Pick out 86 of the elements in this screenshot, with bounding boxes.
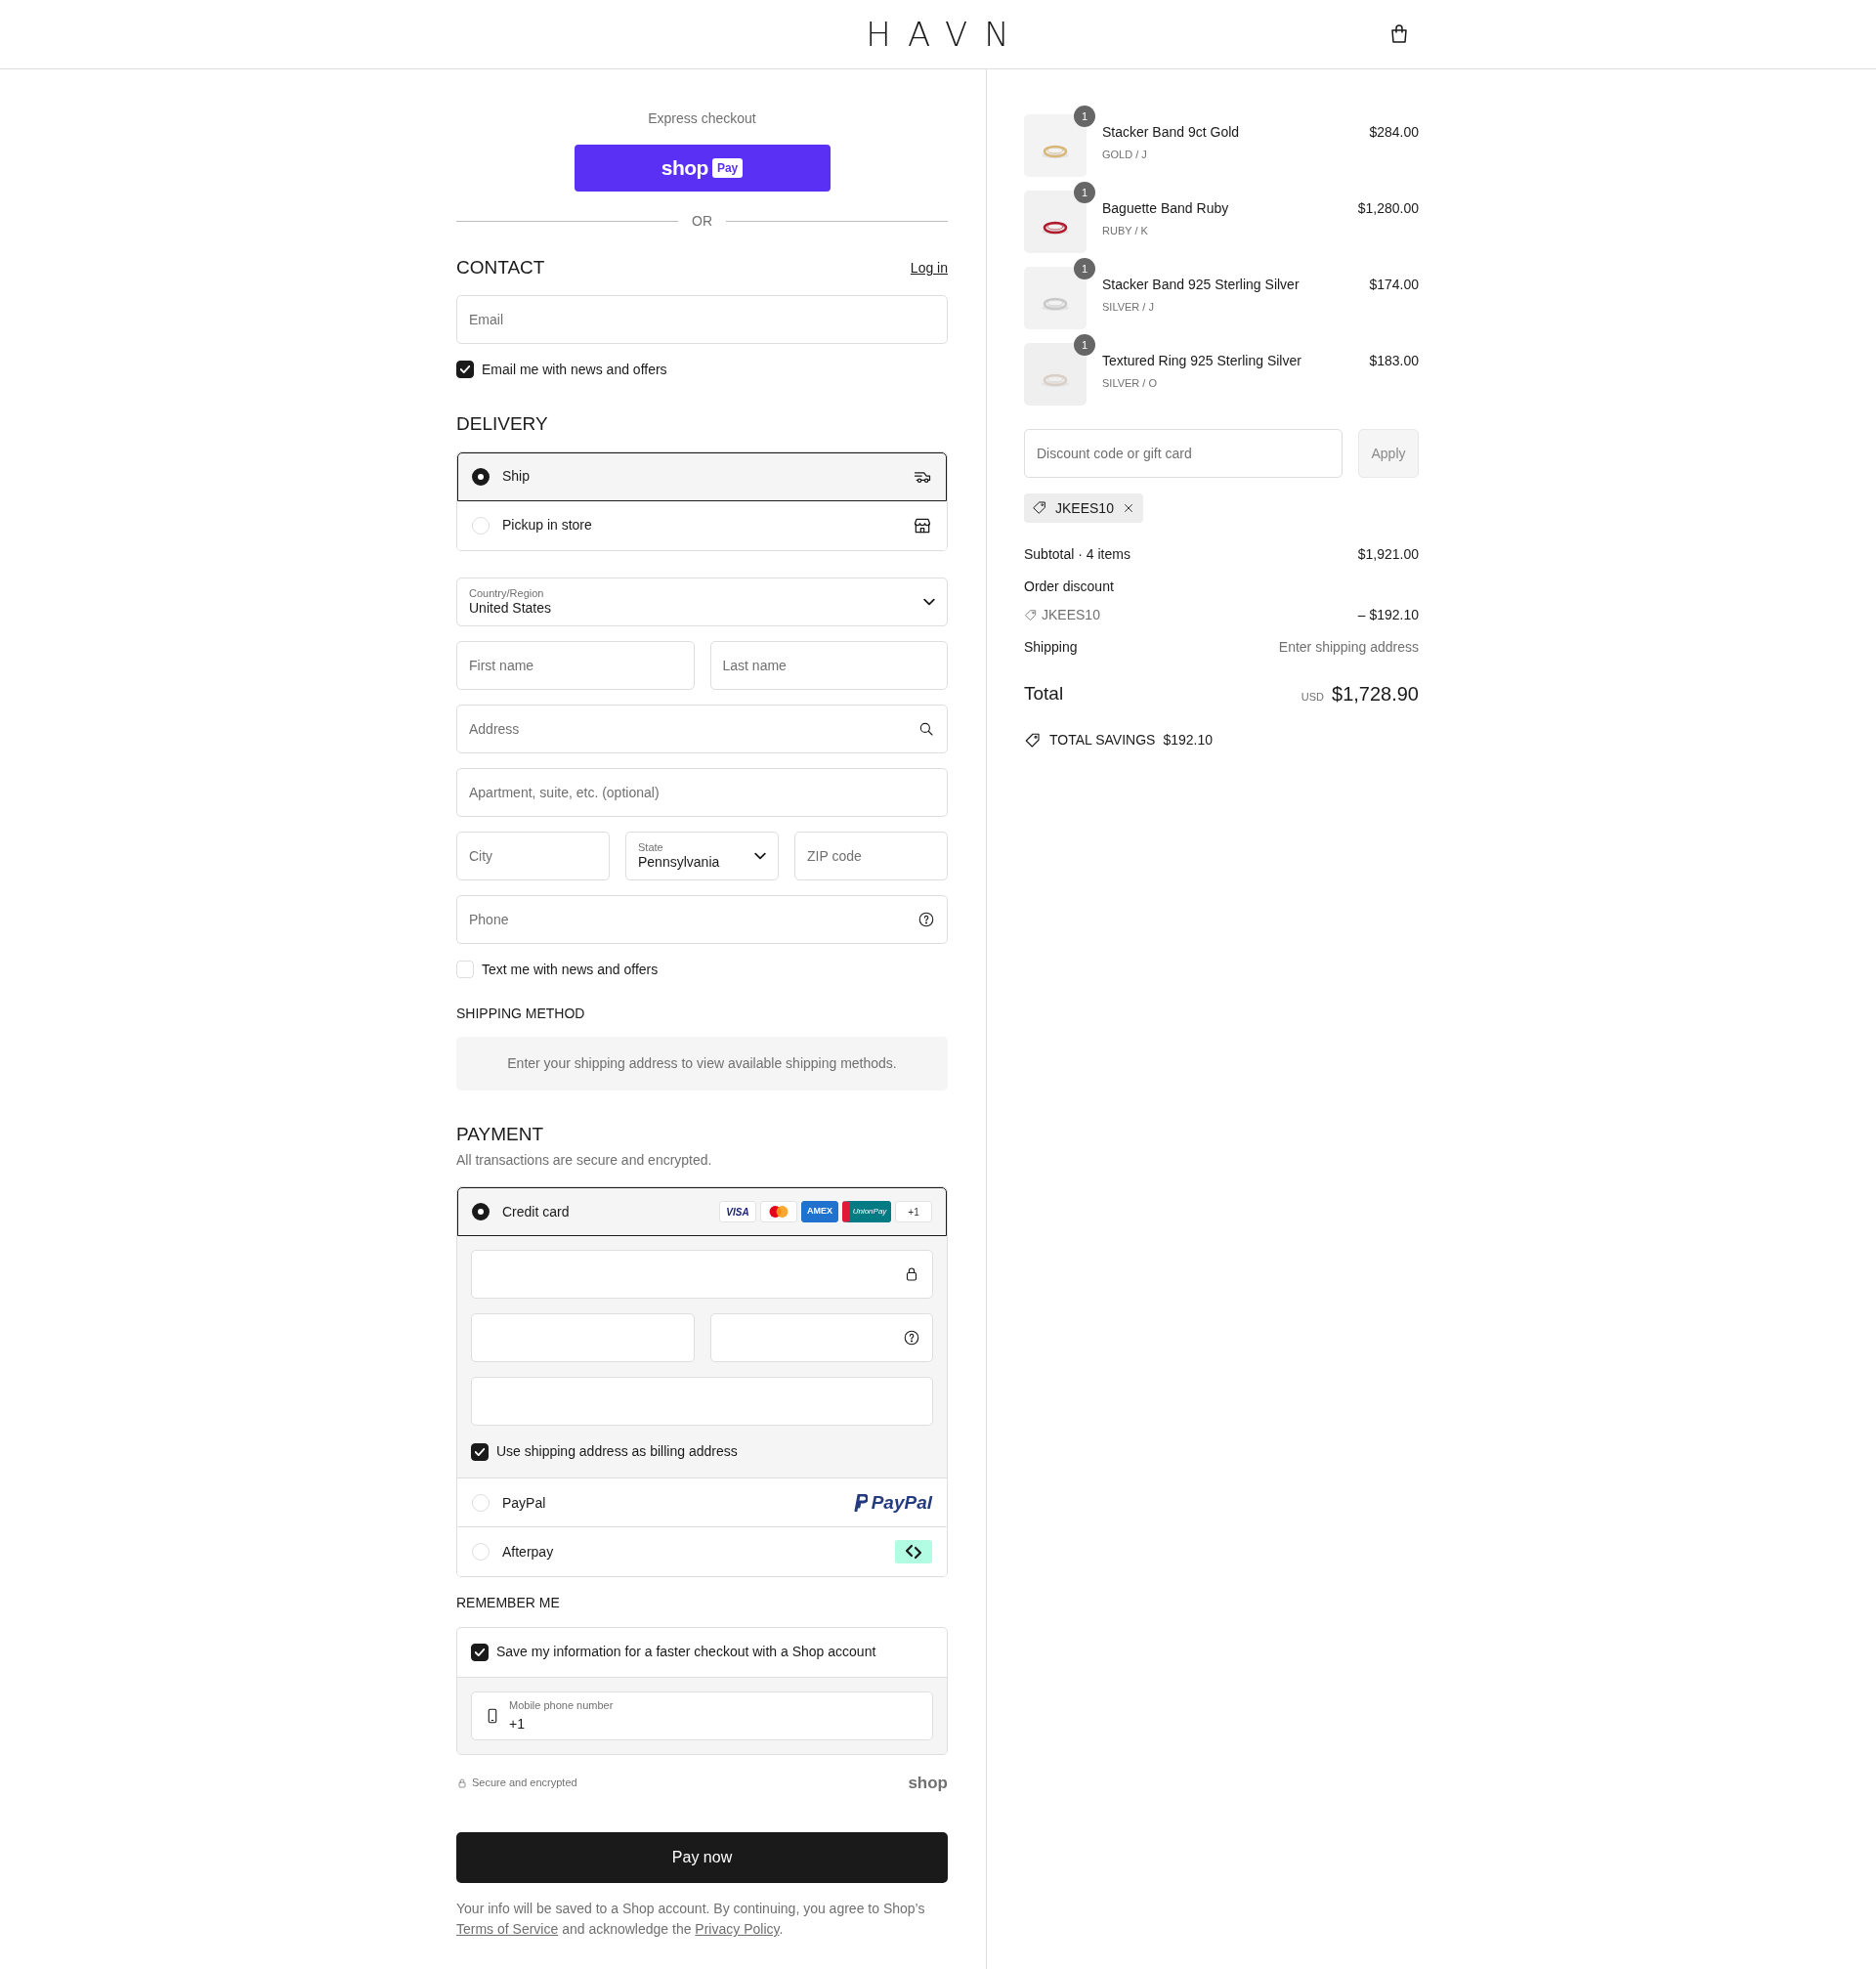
product-name: Stacker Band 9ct Gold [1102, 123, 1241, 142]
mastercard-logo [760, 1201, 797, 1223]
tag-icon [1032, 500, 1047, 516]
product-name: Textured Ring 925 Sterling Silver [1102, 352, 1302, 370]
product-price: $284.00 [1369, 123, 1419, 142]
currency-label: USD [1300, 690, 1324, 705]
total-label: Total [1024, 681, 1064, 706]
product-price: $174.00 [1369, 276, 1419, 294]
checkbox-label: Use shipping address as billing address [496, 1442, 738, 1462]
summary-label: Subtotal · 4 items [1024, 545, 1130, 564]
input-field[interactable]: City [456, 831, 610, 880]
card-field[interactable] [709, 1313, 933, 1363]
product-price: $183.00 [1369, 352, 1419, 370]
input-field[interactable]: Apartment, suite, etc. (optional) [456, 767, 948, 817]
delivery-option[interactable]: Ship [457, 451, 947, 501]
quantity-badge: 1 [1074, 182, 1095, 203]
tag-icon [1024, 731, 1042, 749]
input-field[interactable]: Last name [709, 640, 948, 690]
chevron-icon [754, 851, 766, 860]
radio-button[interactable] [472, 1203, 490, 1221]
summary-label: Shipping [1024, 638, 1078, 657]
quantity-badge: 1 [1074, 258, 1095, 279]
product-variant: RUBY / K [1102, 224, 1149, 238]
checkmark-icon [460, 365, 470, 374]
shop-logo: shop [908, 1773, 948, 1794]
phone-field[interactable]: Mobile phone number +1 [471, 1691, 933, 1740]
chevron-icon [923, 597, 935, 606]
quantity-badge: 1 [1074, 334, 1095, 356]
divider-label: OR [692, 212, 712, 231]
section-heading: CONTACT [456, 257, 545, 279]
product-name: Baguette Band Ruby [1102, 199, 1230, 218]
input-field[interactable]: ZIP code [794, 831, 948, 880]
lock-icon [456, 1776, 468, 1789]
payment-option[interactable]: Credit card VISA AMEX UnionPay +1 [457, 1187, 947, 1237]
section-heading: SHIPPING METHOD [456, 1005, 586, 1022]
savings-label: TOTAL SAVINGS [1049, 731, 1156, 749]
discount-code: JKEES10 [1055, 498, 1114, 518]
checkmark-icon [475, 1648, 485, 1656]
checkbox-label: Save my information for a faster checkout with a Shop account [496, 1643, 876, 1662]
section-heading: PAYMENT [456, 1124, 545, 1147]
summary-value: Enter shipping address [1278, 638, 1419, 657]
login-link[interactable]: Log in [910, 257, 948, 278]
express-checkout-label: Express checkout [647, 109, 757, 128]
select-field[interactable]: State Pennsylvania [625, 831, 779, 880]
checkbox-label: Email me with news and offers [482, 360, 667, 379]
pay-now-button[interactable]: Pay now [456, 1832, 948, 1884]
discount-field[interactable]: Discount code or gift card [1024, 429, 1343, 478]
section-subtitle: All transactions are secure and encrypted. [456, 1151, 713, 1171]
checkbox[interactable] [471, 1442, 489, 1461]
section-heading: REMEMBER ME [456, 1595, 561, 1611]
card-logo: UnionPay [842, 1201, 891, 1223]
paypal-logo: PayPal [853, 1488, 932, 1518]
quantity-badge: 1 [1074, 106, 1095, 127]
product-name: Stacker Band 925 Sterling Silver [1102, 276, 1300, 294]
policy-link[interactable]: Terms of Service [456, 1921, 559, 1938]
summary-label: Order discount [1024, 578, 1114, 596]
afterpay-logo [895, 1540, 932, 1564]
checkbox-label: Text me with news and offers [482, 960, 659, 979]
help-icon[interactable] [903, 1329, 920, 1348]
checkmark-icon [475, 1447, 485, 1456]
checkbox[interactable] [471, 1644, 489, 1661]
discount-code: JKEES10 [1042, 606, 1100, 624]
total-amount: $1,728.90 [1332, 682, 1419, 706]
brand-logo[interactable]: HAVN [849, 18, 1026, 51]
savings-amount: $192.10 [1163, 731, 1213, 749]
card-logo: VISA [719, 1201, 756, 1223]
email-field[interactable]: Email [456, 294, 948, 344]
tag-icon [1024, 608, 1038, 622]
product-variant: GOLD / J [1102, 148, 1148, 162]
input-field[interactable]: First name [456, 640, 695, 690]
more-cards-label: +1 [895, 1201, 932, 1223]
product-variant: SILVER / J [1102, 300, 1155, 315]
section-heading: DELIVERY [456, 412, 549, 436]
info-message: Enter your shipping address to view available shipping methods. [507, 1054, 897, 1074]
legal-text: Your info will be saved to a Shop account. By continuing, you agree to Shop’s Terms of Service and acknowledge the Privacy Policy. [456, 1900, 926, 1940]
summary-value: $1,921.00 [1357, 545, 1419, 564]
product-price: $1,280.00 [1357, 199, 1419, 218]
secure-note: Secure and encrypted [472, 1776, 577, 1791]
shop-pay-button[interactable]: shop Pay [574, 145, 831, 192]
select-field[interactable]: Country/Region United States [456, 577, 948, 626]
radio-button[interactable] [472, 467, 490, 486]
product-variant: SILVER / O [1102, 376, 1159, 391]
summary-value: – $192.10 [1357, 606, 1419, 624]
checkbox[interactable] [456, 361, 474, 379]
card-logo: AMEX [801, 1201, 838, 1223]
help-icon[interactable] [917, 910, 935, 928]
